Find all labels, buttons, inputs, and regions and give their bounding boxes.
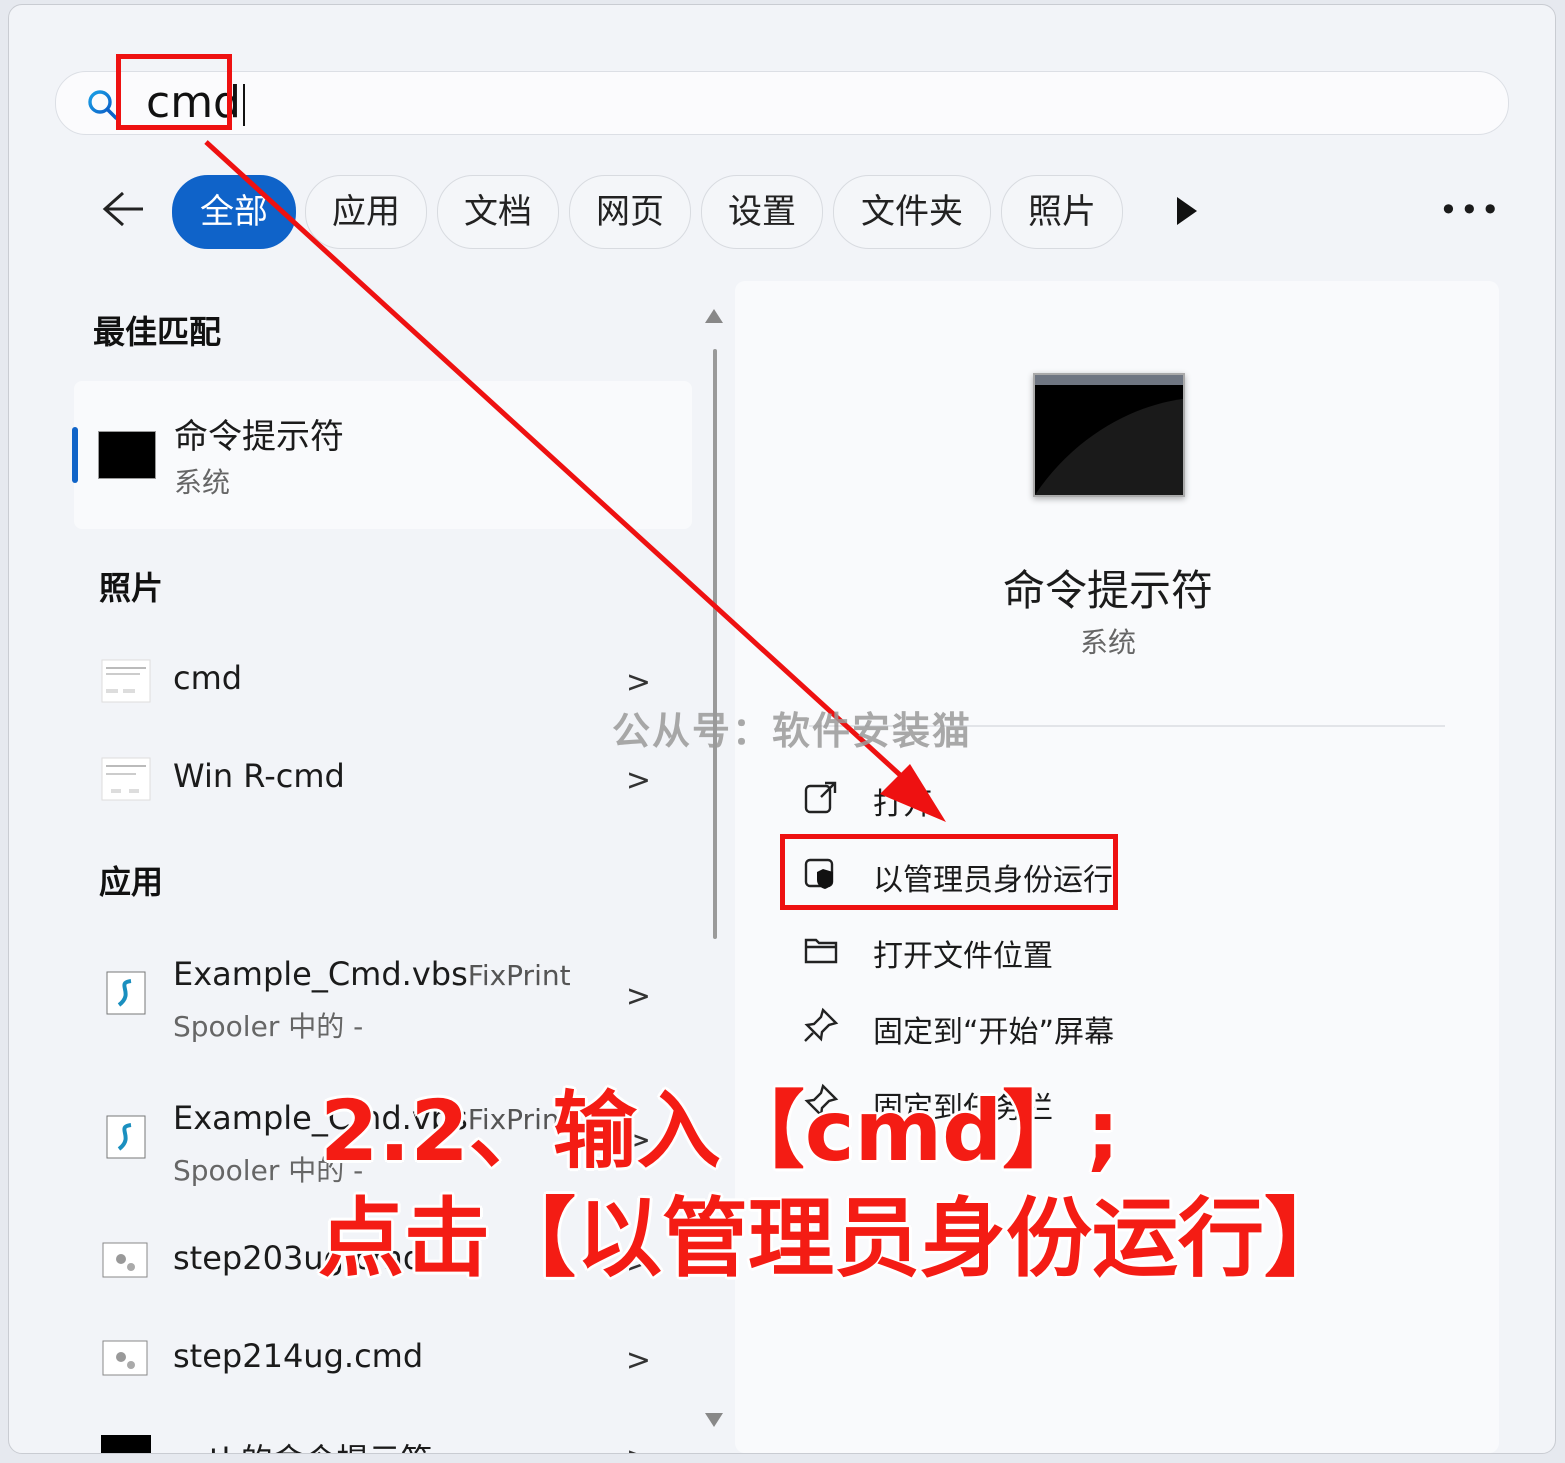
arrow-left-icon[interactable] — [99, 187, 147, 231]
list-item[interactable]: Example_Cmd.vbsFixPrint Spooler 中的 - > — [91, 953, 661, 1063]
action-label: 打开文件位置 — [873, 939, 1053, 974]
play-icon[interactable] — [1177, 197, 1197, 225]
chevron-right-icon[interactable]: > — [626, 979, 651, 1014]
best-match-card[interactable]: 命令提示符 系统 — [72, 381, 692, 529]
tab-web[interactable]: 网页 — [569, 175, 691, 249]
search-box[interactable]: cmd — [55, 71, 1509, 135]
section-apps: 应用 — [99, 863, 164, 901]
tab-documents[interactable]: 文档 — [437, 175, 559, 249]
best-match-subtitle: 系统 — [174, 466, 231, 499]
selection-indicator — [72, 427, 78, 483]
search-icon — [88, 90, 118, 120]
script-file-icon — [106, 971, 146, 1015]
list-item[interactable]: step214ug.cmd > — [91, 1319, 661, 1399]
image-thumbnail-icon — [101, 757, 151, 801]
list-item-label: Example_Cmd.vbsFixPrint — [173, 955, 571, 993]
pin-icon — [804, 1007, 839, 1042]
scroll-up-arrow[interactable] — [705, 309, 723, 323]
tab-settings[interactable]: 设置 — [701, 175, 823, 249]
preview-title: 命令提示符 — [1002, 566, 1213, 615]
preview-subtitle: 系统 — [1079, 626, 1136, 659]
cmd-app-icon — [98, 431, 156, 479]
annotation-line-2: 点击【以管理员身份运行】 — [318, 1189, 1350, 1289]
open-external-icon — [804, 781, 837, 814]
admin-highlight-box — [780, 834, 1118, 910]
chevron-right-icon[interactable]: > — [626, 763, 651, 798]
open-file-location-action[interactable]: 打开文件位置 — [799, 919, 1399, 979]
action-label: 打开 — [873, 787, 933, 822]
script-file-icon — [106, 1115, 146, 1159]
search-highlight-box — [116, 54, 232, 130]
list-item[interactable]: xctl 的命令提示符 > — [91, 1417, 661, 1453]
list-item-label: Win R-cmd — [173, 757, 345, 795]
annotation-line-1: 2.2、输入【cmd】; — [320, 1082, 1120, 1180]
pin-to-start-action[interactable]: 固定到“开始”屏幕 — [799, 995, 1399, 1055]
open-action[interactable]: 打开 — [799, 767, 1399, 827]
list-item[interactable]: Win R-cmd > — [91, 739, 661, 819]
image-thumbnail-icon — [101, 659, 151, 703]
list-item-label: xctl 的命令提示符 — [173, 1435, 433, 1453]
cmd-app-icon — [101, 1435, 151, 1453]
list-item-label: cmd — [173, 659, 243, 697]
best-match-title: 命令提示符 — [174, 417, 344, 457]
scroll-down-arrow[interactable] — [705, 1413, 723, 1427]
list-item-subtitle: Spooler 中的 - — [173, 1010, 364, 1043]
chevron-right-icon[interactable]: > — [626, 1441, 651, 1453]
action-label: 固定到“开始”屏幕 — [873, 1015, 1115, 1050]
cmd-app-icon — [1033, 373, 1185, 497]
tab-folders[interactable]: 文件夹 — [833, 175, 991, 249]
more-icon[interactable]: ••• — [1439, 191, 1502, 229]
tab-all[interactable]: 全部 — [172, 175, 296, 249]
scrollbar[interactable] — [713, 349, 717, 939]
section-photos: 照片 — [99, 569, 164, 607]
list-item[interactable]: cmd > — [91, 641, 661, 721]
folder-icon — [804, 938, 838, 964]
chevron-right-icon[interactable]: > — [626, 665, 651, 700]
section-best-match: 最佳匹配 — [93, 313, 222, 351]
tab-photos[interactable]: 照片 — [1001, 175, 1123, 249]
watermark: 公从号：软件安装猫 — [612, 708, 973, 753]
list-item-label: step214ug.cmd — [173, 1337, 424, 1375]
cmd-file-icon — [102, 1242, 148, 1278]
chevron-right-icon[interactable]: > — [626, 1343, 651, 1378]
cmd-file-icon — [102, 1340, 148, 1376]
tab-apps[interactable]: 应用 — [305, 175, 427, 249]
